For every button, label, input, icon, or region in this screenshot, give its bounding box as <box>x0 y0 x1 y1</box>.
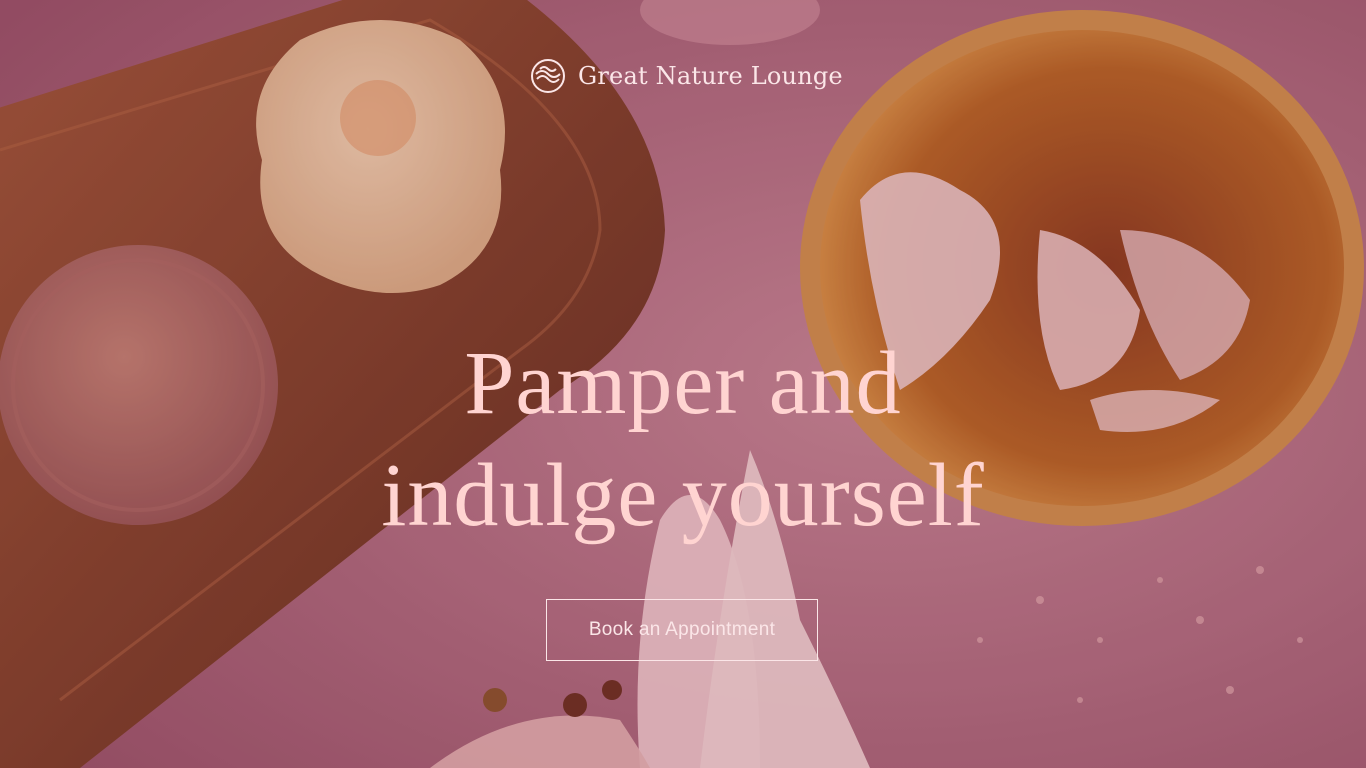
headline-line-1: Pamper and <box>464 334 902 434</box>
headline-line-2: indulge yourself <box>381 446 985 546</box>
hero-headline: Pamper and indulge yourself <box>300 328 1066 552</box>
brand-name: Great Nature Lounge <box>578 62 843 90</box>
book-appointment-button[interactable]: Book an Appointment <box>546 599 818 661</box>
brand-link[interactable]: Great Nature Lounge <box>530 56 843 96</box>
ripple-logo-icon <box>531 59 565 93</box>
